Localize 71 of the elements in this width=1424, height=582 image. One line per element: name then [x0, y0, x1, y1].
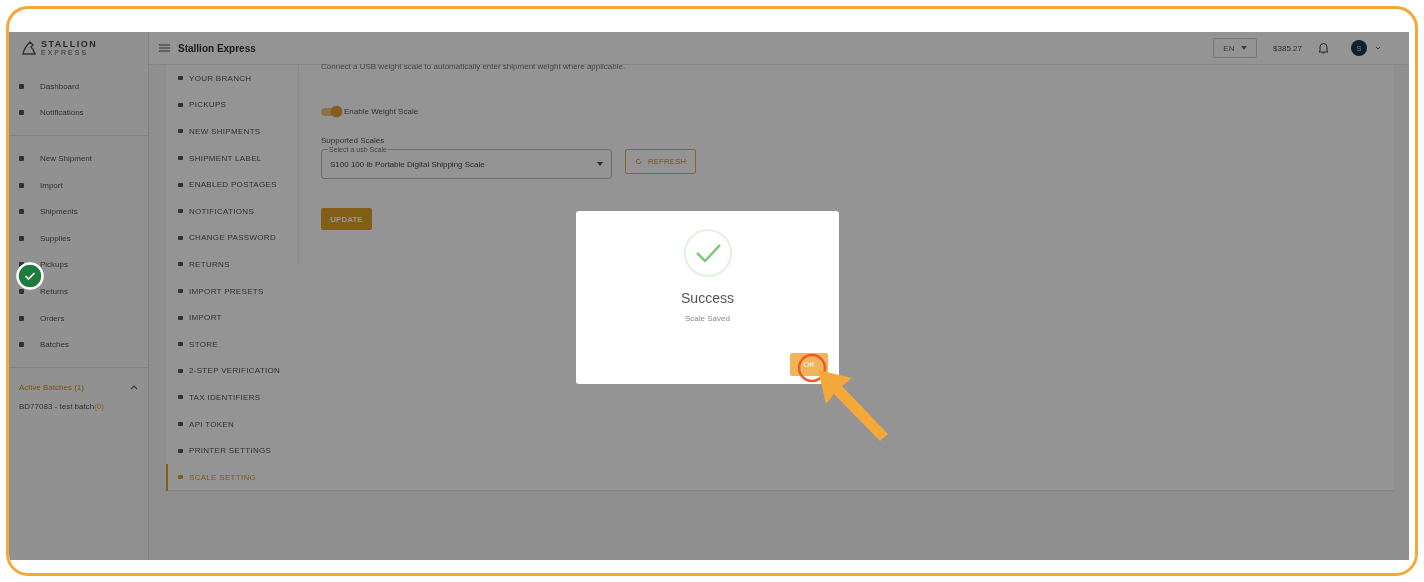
square-icon — [19, 288, 24, 294]
square-icon — [19, 235, 24, 241]
language-select[interactable]: EN — [1213, 38, 1258, 58]
caret-icon — [597, 162, 603, 166]
caret-icon — [1240, 46, 1247, 50]
dialog-message: Scale Saved — [685, 314, 730, 323]
settings-menu-item[interactable]: NEW SHIPMENTS — [166, 118, 298, 145]
square-icon — [19, 182, 24, 188]
square-icon — [178, 342, 183, 347]
settings-menu-item[interactable]: NOTIFICATIONS — [166, 197, 298, 225]
sidebar-item[interactable]: Import — [9, 171, 148, 199]
square-icon — [19, 156, 24, 161]
description-text: Connect a USB weight scale to automatically enter shipment weight where applicable. — [321, 62, 627, 71]
sidebar-item[interactable]: Orders — [9, 304, 148, 332]
square-icon — [178, 448, 183, 453]
page-title: Stallion Express — [178, 42, 256, 54]
active-batches-header[interactable]: Active Batches (1) — [19, 379, 138, 396]
square-icon — [178, 156, 183, 161]
square-icon — [178, 182, 183, 187]
brand-name: STALLION — [41, 40, 98, 49]
settings-menu-item[interactable]: YOUR BRANCH — [166, 65, 298, 92]
sidebar-item[interactable]: New Shipment — [9, 145, 148, 172]
bell-icon[interactable] — [1318, 42, 1329, 54]
settings-menu-item[interactable]: SHIPMENT LABEL — [166, 144, 298, 172]
settings-menu-item[interactable]: PRINTER SETTINGS — [166, 437, 298, 464]
settings-menu-item[interactable]: TAX IDENTIFIERS — [166, 384, 298, 411]
caret-icon[interactable] — [1375, 46, 1381, 50]
square-icon — [178, 235, 183, 240]
sidebar-item[interactable]: Supplies — [9, 224, 148, 252]
square-icon — [19, 342, 24, 348]
account-balance: $385.27 — [1273, 43, 1302, 53]
dialog-title: Success — [681, 290, 734, 306]
settings-menu-item[interactable]: PICKUPS — [166, 91, 298, 119]
user-avatar[interactable]: S — [1351, 40, 1367, 56]
square-icon — [178, 395, 183, 400]
square-icon — [178, 129, 183, 134]
sidebar-item[interactable]: Notifications — [9, 99, 148, 127]
square-icon — [178, 262, 183, 267]
batch-item[interactable]: BD77083 - test batch(0) — [19, 401, 138, 411]
square-icon — [19, 209, 24, 215]
settings-menu-item[interactable]: STORE — [166, 330, 298, 358]
square-icon — [178, 475, 183, 480]
sidebar-item[interactable]: Batches — [9, 331, 148, 358]
settings-menu-item[interactable]: ENABLED POSTAGES — [166, 171, 298, 198]
settings-menu-item[interactable]: API TOKEN — [166, 410, 298, 438]
settings-menu-item[interactable]: CHANGE PASSWORD — [166, 224, 298, 252]
square-icon — [19, 315, 24, 321]
click-highlight-ring — [797, 353, 827, 383]
square-icon — [178, 315, 183, 320]
square-icon — [178, 422, 183, 426]
square-icon — [178, 102, 183, 107]
settings-menu-item[interactable]: RETURNS — [166, 251, 298, 278]
settings-menu-item[interactable]: IMPORT — [166, 304, 298, 331]
square-icon — [178, 209, 183, 214]
toggle-label: Enable Weight Scale — [344, 107, 419, 116]
section-label: Supported Scales — [321, 136, 386, 145]
square-icon — [178, 368, 183, 373]
sidebar-item[interactable]: Dashboard — [9, 73, 148, 100]
sidebar-item[interactable]: Shipments — [9, 198, 148, 225]
square-icon — [178, 289, 183, 294]
square-icon — [178, 76, 183, 81]
sidebar-item[interactable]: Returns — [9, 278, 148, 305]
settings-menu-item[interactable]: IMPORT PRESETS — [166, 277, 298, 305]
refresh-icon — [634, 158, 642, 165]
checkmark-icon — [682, 228, 733, 278]
toggle-switch[interactable] — [321, 107, 341, 116]
square-icon — [19, 83, 24, 89]
menu-icon[interactable] — [159, 44, 170, 52]
refresh-button[interactable]: REFRESH — [625, 149, 696, 174]
settings-menu-item[interactable]: 2-STEP VERIFICATION — [166, 357, 298, 385]
square-icon — [19, 110, 24, 116]
